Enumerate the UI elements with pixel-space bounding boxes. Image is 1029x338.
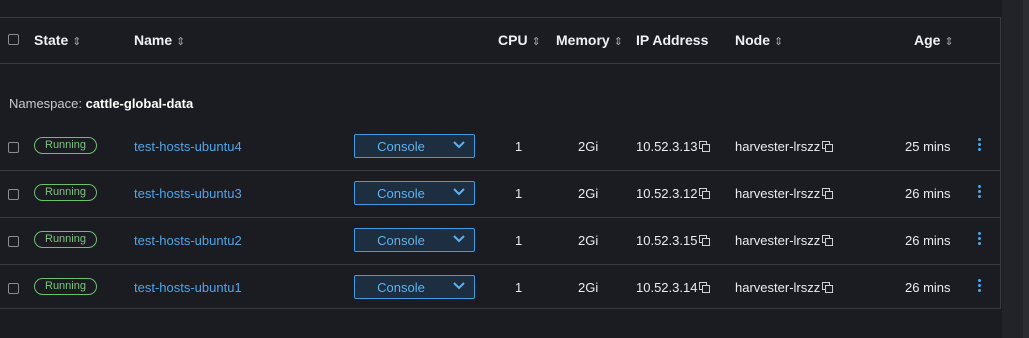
sort-arrows-icon: ⇕ <box>944 36 954 48</box>
header-cpu-label: CPU <box>498 32 528 48</box>
console-label: Console <box>377 280 425 295</box>
cpu-value: 1 <box>515 186 523 201</box>
node-value: harvester-lrszz <box>735 186 821 201</box>
header-node-label: Node <box>735 32 770 48</box>
header-state-label: State <box>34 32 69 48</box>
table-row: Running test-hosts-ubuntu4 Console 1 2Gi… <box>0 124 1001 171</box>
header-cpu[interactable]: CPU ⇕ <box>498 32 541 48</box>
vm-name-link[interactable]: test-hosts-ubuntu2 <box>134 233 242 248</box>
age-value: 26 mins <box>905 186 951 201</box>
node-cell: harvester-lrszz <box>735 186 834 201</box>
node-value: harvester-lrszz <box>735 139 821 154</box>
node-cell: harvester-lrszz <box>735 139 834 154</box>
console-dropdown-button[interactable]: Console <box>354 134 475 158</box>
memory-value: 2Gi <box>578 186 599 201</box>
copy-icon[interactable] <box>822 141 834 152</box>
chevron-down-icon <box>453 235 465 243</box>
header-name-label: Name <box>134 32 173 48</box>
vm-table: State ⇕ Name ⇕ CPU ⇕ Memory ⇕ IP Address Nod… <box>0 17 1001 309</box>
header-age-label: Age <box>914 32 941 48</box>
ip-cell: 10.52.3.13 <box>636 139 711 154</box>
ip-value: 10.52.3.14 <box>636 280 698 295</box>
header-name[interactable]: Name ⇕ <box>134 32 185 48</box>
status-badge: Running <box>34 278 97 295</box>
namespace-label: Namespace: <box>9 96 86 111</box>
right-gutter <box>1002 0 1029 338</box>
memory-value: 2Gi <box>578 233 599 248</box>
vm-name-link[interactable]: test-hosts-ubuntu3 <box>134 186 242 201</box>
cpu-value: 1 <box>515 139 523 154</box>
console-label: Console <box>377 186 425 201</box>
header-memory[interactable]: Memory ⇕ <box>556 32 623 48</box>
row-checkbox[interactable] <box>8 236 19 247</box>
table-row: Running test-hosts-ubuntu1 Console 1 2Gi… <box>0 265 1001 312</box>
chevron-down-icon <box>453 282 465 290</box>
row-checkbox[interactable] <box>8 189 19 200</box>
console-dropdown-button[interactable]: Console <box>354 228 475 252</box>
table-row: Running test-hosts-ubuntu2 Console 1 2Gi… <box>0 218 1001 265</box>
header-ip-label: IP Address <box>636 32 709 48</box>
console-label: Console <box>377 139 425 154</box>
ip-cell: 10.52.3.15 <box>636 233 711 248</box>
sort-arrows-icon: ⇕ <box>774 36 784 48</box>
ip-cell: 10.52.3.14 <box>636 280 711 295</box>
ip-value: 10.52.3.13 <box>636 139 698 154</box>
header-age[interactable]: Age ⇕ <box>914 32 954 48</box>
copy-icon[interactable] <box>822 235 834 246</box>
vm-name-link[interactable]: test-hosts-ubuntu4 <box>134 139 242 154</box>
memory-value: 2Gi <box>578 139 599 154</box>
age-value: 26 mins <box>905 233 951 248</box>
console-dropdown-button[interactable]: Console <box>354 181 475 205</box>
kebab-menu-icon[interactable] <box>974 277 984 297</box>
ip-value: 10.52.3.12 <box>636 186 698 201</box>
namespace-group-header: Namespace: cattle-global-data <box>9 96 193 111</box>
copy-icon[interactable] <box>699 141 711 152</box>
header-ip-address: IP Address <box>636 32 708 48</box>
cpu-value: 1 <box>515 233 523 248</box>
table-row: Running test-hosts-ubuntu3 Console 1 2Gi… <box>0 171 1001 218</box>
memory-value: 2Gi <box>578 280 599 295</box>
row-checkbox[interactable] <box>8 142 19 153</box>
kebab-menu-icon[interactable] <box>974 230 984 250</box>
kebab-menu-icon[interactable] <box>974 136 984 156</box>
select-all-checkbox[interactable] <box>8 34 19 45</box>
copy-icon[interactable] <box>822 188 834 199</box>
sort-arrows-icon: ⇕ <box>72 36 82 48</box>
sort-arrows-icon: ⇕ <box>613 36 623 48</box>
sort-arrows-icon: ⇕ <box>531 36 541 48</box>
console-dropdown-button[interactable]: Console <box>354 275 475 299</box>
copy-icon[interactable] <box>699 188 711 199</box>
header-node[interactable]: Node ⇕ <box>735 32 783 48</box>
kebab-menu-icon[interactable] <box>974 183 984 203</box>
node-value: harvester-lrszz <box>735 233 821 248</box>
node-cell: harvester-lrszz <box>735 233 834 248</box>
node-value: harvester-lrszz <box>735 280 821 295</box>
chevron-down-icon <box>453 188 465 196</box>
namespace-name: cattle-global-data <box>85 96 194 111</box>
node-cell: harvester-lrszz <box>735 280 834 295</box>
chevron-down-icon <box>453 141 465 149</box>
header-state[interactable]: State ⇕ <box>34 32 81 48</box>
status-badge: Running <box>34 231 97 248</box>
age-value: 26 mins <box>905 280 951 295</box>
ip-value: 10.52.3.15 <box>636 233 698 248</box>
copy-icon[interactable] <box>822 282 834 293</box>
header-memory-label: Memory <box>556 32 610 48</box>
scrollbar[interactable] <box>1023 0 1029 338</box>
status-badge: Running <box>34 184 97 201</box>
ip-cell: 10.52.3.12 <box>636 186 711 201</box>
console-label: Console <box>377 233 425 248</box>
cpu-value: 1 <box>515 280 523 295</box>
row-checkbox[interactable] <box>8 283 19 294</box>
copy-icon[interactable] <box>699 282 711 293</box>
age-value: 25 mins <box>905 139 951 154</box>
header-divider <box>0 63 1001 64</box>
status-badge: Running <box>34 137 97 154</box>
vm-name-link[interactable]: test-hosts-ubuntu1 <box>134 280 242 295</box>
sort-arrows-icon: ⇕ <box>176 36 186 48</box>
copy-icon[interactable] <box>699 235 711 246</box>
